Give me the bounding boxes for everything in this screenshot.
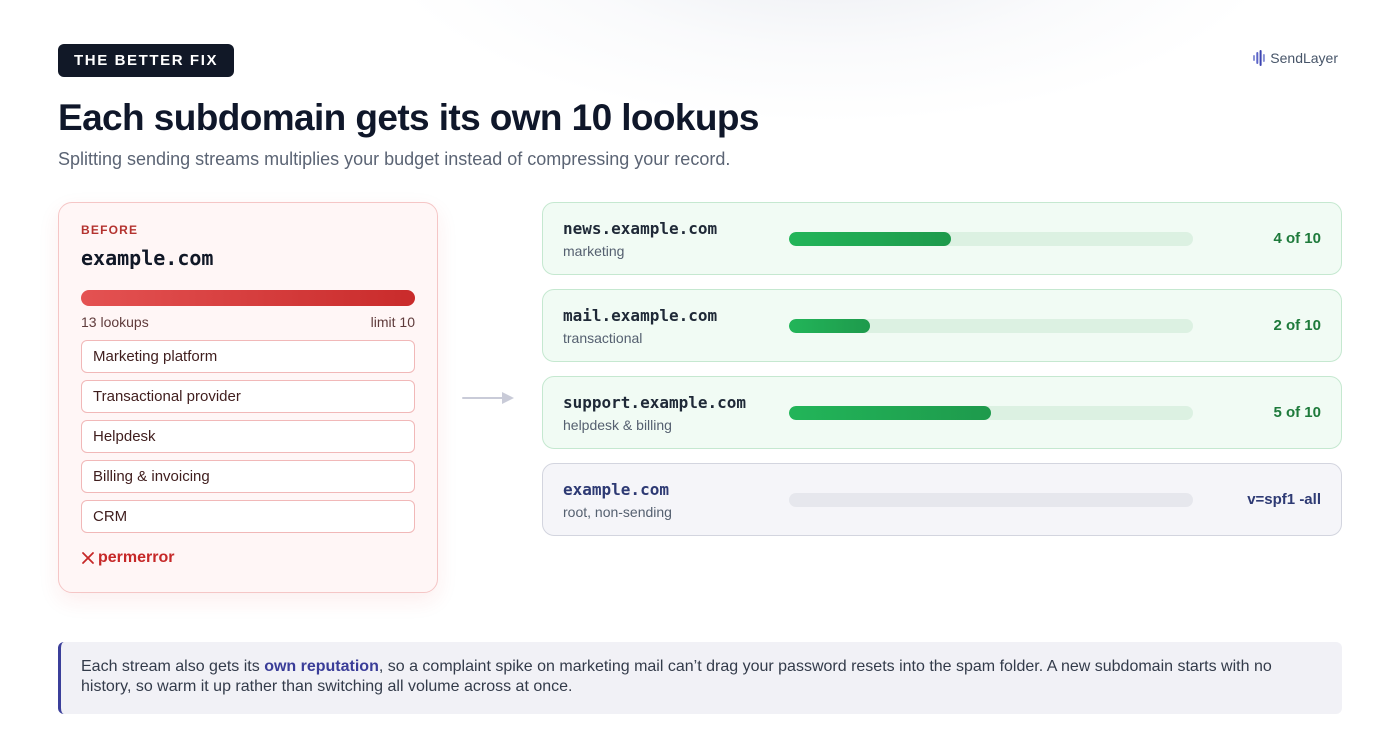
subdomain-row-mail: mail.example.com transactional 2 of 10 xyxy=(542,289,1342,362)
subdomain-row-root: example.com root, non-sending v=spf1 -al… xyxy=(542,463,1342,536)
before-card: BEFORE example.com 13 lookups limit 10 M… xyxy=(58,202,438,593)
arrow-right-icon xyxy=(462,392,514,404)
lookup-track xyxy=(789,231,1193,246)
before-meta: 13 lookups limit 10 xyxy=(81,314,415,330)
list-item: CRM xyxy=(81,500,415,533)
lookup-track xyxy=(789,405,1193,420)
page-title: Each subdomain gets its own 10 lookups xyxy=(58,97,759,138)
list-item: Transactional provider xyxy=(81,380,415,413)
subdomain-list: news.example.com marketing 4 of 10 mail.… xyxy=(542,202,1342,536)
before-lookups-count: 13 lookups xyxy=(81,314,149,330)
brand-name: SendLayer xyxy=(1270,50,1338,66)
subdomain-role: helpdesk & billing xyxy=(563,416,672,433)
subdomain-name: mail.example.com xyxy=(563,305,718,325)
subdomain-role: root, non-sending xyxy=(563,503,672,520)
eyebrow-badge: THE BETTER FIX xyxy=(58,44,235,77)
sendlayer-logo-icon xyxy=(1253,50,1266,66)
subdomain-row-news: news.example.com marketing 4 of 10 xyxy=(542,202,1342,275)
before-limit: limit 10 xyxy=(370,314,415,330)
subdomain-name: news.example.com xyxy=(563,218,718,238)
subdomain-info: mail.example.com transactional xyxy=(563,306,789,346)
permerror-status: permerror xyxy=(81,549,415,567)
subdomain-role: marketing xyxy=(563,242,625,259)
list-item: Billing & invoicing xyxy=(81,460,415,493)
lookup-count: 4 of 10 xyxy=(1273,230,1321,247)
lookup-track xyxy=(789,492,1193,507)
page-subtitle: Splitting sending streams multiplies you… xyxy=(58,149,731,169)
note-text-start: Each stream also gets its xyxy=(81,658,265,675)
brand-logo: SendLayer xyxy=(1253,50,1338,66)
lookup-track xyxy=(789,318,1193,333)
lookup-count: 5 of 10 xyxy=(1273,404,1321,421)
note-highlight: own reputation xyxy=(264,658,379,675)
subdomain-role: transactional xyxy=(563,329,643,346)
permerror-label: permerror xyxy=(98,549,175,566)
lookup-fill xyxy=(789,318,870,333)
before-include-list: Marketing platform Transactional provide… xyxy=(81,340,415,533)
lookup-count: 2 of 10 xyxy=(1273,317,1321,334)
lookup-fill xyxy=(789,405,991,420)
subdomain-info: news.example.com marketing xyxy=(563,219,789,259)
before-lookup-bar xyxy=(81,290,415,306)
close-icon xyxy=(82,552,94,564)
before-domain: example.com xyxy=(81,246,214,270)
spf-record: v=spf1 -all xyxy=(1247,491,1321,508)
list-item: Helpdesk xyxy=(81,420,415,453)
reputation-note: Each stream also gets its own reputation… xyxy=(58,642,1342,714)
subdomain-name: support.example.com xyxy=(563,392,747,412)
list-item: Marketing platform xyxy=(81,340,415,373)
lookup-fill xyxy=(789,231,951,246)
before-tag: BEFORE xyxy=(81,223,139,237)
subdomain-info: support.example.com helpdesk & billing xyxy=(563,393,789,433)
subdomain-name: example.com xyxy=(563,479,669,499)
subdomain-info: example.com root, non-sending xyxy=(563,480,789,520)
subdomain-row-support: support.example.com helpdesk & billing 5… xyxy=(542,376,1342,449)
